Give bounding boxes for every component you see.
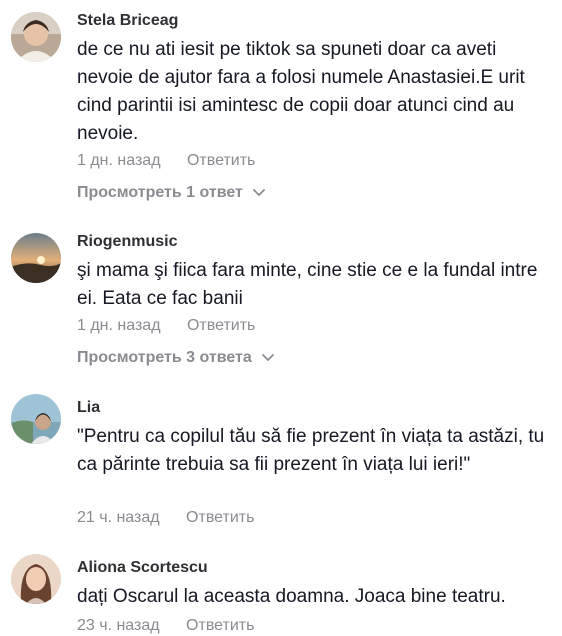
comment-meta: 1 дн. назад Ответить xyxy=(77,152,255,170)
comment-meta: 23 ч. назад Ответить xyxy=(77,617,254,635)
comment-time: 1 дн. назад xyxy=(77,317,161,334)
chevron-down-icon xyxy=(262,349,275,367)
avatar[interactable] xyxy=(11,12,61,62)
view-replies-label: Просмотреть 3 ответа xyxy=(77,349,252,367)
avatar[interactable] xyxy=(11,394,61,444)
comment-text: şi mama şi fiica fara minte, cine stie c… xyxy=(77,260,538,309)
view-replies-button[interactable]: Просмотреть 3 ответа xyxy=(77,349,275,367)
comment-username[interactable]: Aliona Scortescu xyxy=(77,559,208,577)
comment-meta: 21 ч. назад Ответить xyxy=(77,509,254,527)
comment-username[interactable]: Lia xyxy=(77,399,100,417)
view-replies-label: Просмотреть 1 ответ xyxy=(77,184,243,202)
comment-text: "Pentru ca copilul tău să fie prezent în… xyxy=(77,426,545,475)
avatar[interactable] xyxy=(11,233,61,283)
reply-button[interactable]: Ответить xyxy=(186,509,254,527)
comment-time: 1 дн. назад xyxy=(77,152,161,169)
avatar[interactable] xyxy=(11,554,61,604)
comment-time: 23 ч. назад xyxy=(77,617,160,634)
comment-time: 21 ч. назад xyxy=(77,509,160,526)
comment-text: de ce nu ati iesit pe tiktok sa spuneti … xyxy=(77,39,525,144)
comment-meta: 1 дн. назад Ответить xyxy=(77,317,255,335)
reply-button[interactable]: Ответить xyxy=(186,617,254,635)
comment-text: dați Oscarul la aceasta doamna. Joaca bi… xyxy=(77,586,506,607)
comment-username[interactable]: Riogenmusic xyxy=(77,233,177,251)
view-replies-button[interactable]: Просмотреть 1 ответ xyxy=(77,184,266,202)
reply-button[interactable]: Ответить xyxy=(187,317,255,335)
chevron-down-icon xyxy=(253,184,266,202)
reply-button[interactable]: Ответить xyxy=(187,152,255,170)
comment-username[interactable]: Stela Briceag xyxy=(77,12,178,30)
